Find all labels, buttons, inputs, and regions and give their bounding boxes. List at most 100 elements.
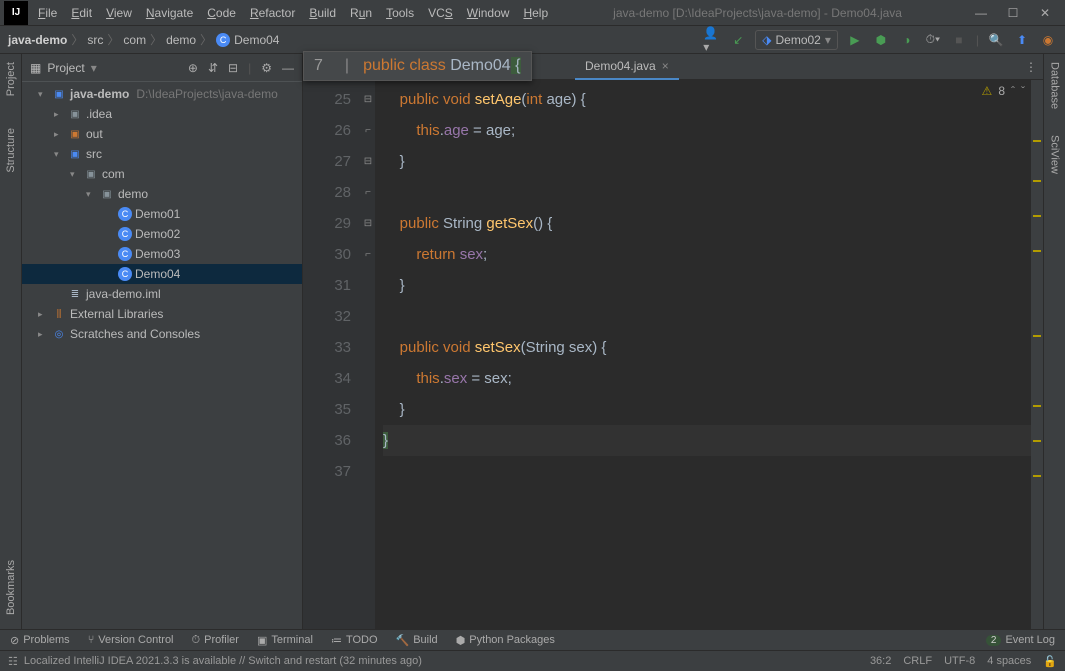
user-icon[interactable]: 👤▾ — [703, 31, 721, 49]
editor-tabs: 7 | public class Demo04 { Demo04.java × … — [303, 54, 1043, 80]
breadcrumb-com[interactable]: com — [123, 33, 146, 47]
window-title: java-demo [D:\IdeaProjects\java-demo] - … — [554, 6, 961, 20]
tree-root-path: D:\IdeaProjects\java-demo — [136, 87, 277, 101]
profiler-icon: ⏱ — [192, 634, 201, 647]
menu-view[interactable]: View — [100, 3, 138, 23]
hide-icon[interactable]: ― — [282, 61, 294, 75]
breadcrumb-demo[interactable]: demo — [166, 33, 196, 47]
breadcrumb-overlay: 7 | public class Demo04 { — [303, 51, 532, 81]
tree-class-demo02[interactable]: CDemo02 — [22, 224, 302, 244]
tree-extlib[interactable]: ▸⫼External Libraries — [22, 304, 302, 324]
app-logo: IJ — [4, 1, 28, 25]
minimize-button[interactable]: ― — [971, 6, 991, 20]
menu-file[interactable]: File — [32, 3, 63, 23]
tree-out[interactable]: ▸▣out — [22, 124, 302, 144]
tab-database[interactable]: Database — [1049, 58, 1061, 113]
file-tab[interactable]: Demo04.java × — [575, 54, 679, 80]
tab-terminal[interactable]: ▣Terminal — [257, 634, 313, 647]
navigation-bar: java-demo 〉 src 〉 com 〉 demo 〉 C Demo04 … — [0, 26, 1065, 54]
indent-setting[interactable]: 4 spaces — [987, 655, 1031, 668]
menu-build[interactable]: Build — [303, 3, 342, 23]
tree-root[interactable]: ▾▣java-demoD:\IdeaProjects\java-demo — [22, 84, 302, 104]
select-opened-file-icon[interactable]: ⊕ — [188, 61, 198, 75]
code-editor[interactable]: 25262728293031323334353637 ⊟⌐⊟⌐⊟⌐ public… — [303, 80, 1043, 629]
tree-idea[interactable]: ▸▣.idea — [22, 104, 302, 124]
tree-com[interactable]: ▾▣com — [22, 164, 302, 184]
tab-menu-icon[interactable]: ⋮ — [1025, 60, 1037, 74]
tab-project[interactable]: Project — [5, 58, 17, 100]
tree-scratches[interactable]: ▸◎Scratches and Consoles — [22, 324, 302, 344]
run-button[interactable]: ▶ — [846, 31, 864, 49]
menu-vcs[interactable]: VCS — [422, 3, 459, 23]
class-icon: C — [216, 33, 230, 47]
status-message[interactable]: Localized IntelliJ IDEA 2021.3.3 is avai… — [24, 655, 422, 667]
todo-icon: ≔ — [331, 634, 342, 647]
event-badge: 2 — [986, 635, 1002, 646]
vcs-icon: ⑂ — [88, 634, 95, 646]
menu-refactor[interactable]: Refactor — [244, 3, 301, 23]
tab-python-packages[interactable]: ⬢Python Packages — [456, 634, 555, 647]
bottom-tool-bar: ⊘Problems ⑂Version Control ⏱Profiler ▣Te… — [0, 629, 1065, 650]
tab-structure[interactable]: Structure — [5, 124, 17, 177]
tree-demo[interactable]: ▾▣demo — [22, 184, 302, 204]
tree-root-label: java-demo — [70, 87, 129, 101]
breadcrumb-project[interactable]: java-demo — [8, 33, 67, 47]
debug-button[interactable]: ⬢ — [872, 31, 890, 49]
tab-todo[interactable]: ≔TODO — [331, 634, 378, 647]
notification-icon[interactable]: ☷ — [8, 655, 18, 668]
overlay-line-num: 7 — [314, 57, 323, 75]
run-config-name: Demo02 — [775, 33, 820, 47]
error-stripe[interactable] — [1031, 80, 1043, 629]
close-button[interactable]: ✕ — [1035, 6, 1055, 20]
main-area: Project Structure Bookmarks ▦ Project ▾ … — [0, 54, 1065, 629]
vcs-update-icon[interactable]: ↙ — [729, 31, 747, 49]
main-menu: File Edit View Navigate Code Refactor Bu… — [32, 3, 554, 23]
coverage-button[interactable]: ◑ — [898, 31, 916, 49]
menu-navigate[interactable]: Navigate — [140, 3, 199, 23]
run-config-selector[interactable]: ⬗ Demo02 ▾ — [755, 30, 838, 50]
menu-run[interactable]: Run — [344, 3, 378, 23]
caret-position[interactable]: 36:2 — [870, 655, 891, 668]
menu-tools[interactable]: Tools — [380, 3, 420, 23]
tab-problems[interactable]: ⊘Problems — [10, 634, 70, 647]
project-tool-window: ▦ Project ▾ ⊕ ⇵ ⊟ | ⚙ ― ▾▣java-demoD:\Id… — [22, 54, 303, 629]
code-content[interactable]: public void setAge(int age) { this.age =… — [375, 80, 1043, 629]
settings-icon[interactable]: ⚙ — [261, 61, 272, 75]
close-tab-icon[interactable]: × — [662, 59, 669, 73]
breadcrumb-class[interactable]: Demo04 — [234, 33, 279, 47]
menu-help[interactable]: Help — [517, 3, 554, 23]
breadcrumb-src[interactable]: src — [87, 33, 103, 47]
ide-settings-icon[interactable]: ◉ — [1039, 31, 1057, 49]
project-panel-title[interactable]: Project — [47, 61, 84, 75]
project-panel-header: ▦ Project ▾ ⊕ ⇵ ⊟ | ⚙ ― — [22, 54, 302, 82]
project-view-icon: ▦ — [30, 61, 41, 75]
title-bar: IJ File Edit View Navigate Code Refactor… — [0, 0, 1065, 26]
tree-class-demo03[interactable]: CDemo03 — [22, 244, 302, 264]
menu-edit[interactable]: Edit — [65, 3, 98, 23]
tab-vcs[interactable]: ⑂Version Control — [88, 634, 174, 646]
file-encoding[interactable]: UTF-8 — [944, 655, 975, 668]
tab-profiler[interactable]: ⏱Profiler — [192, 634, 239, 647]
right-tool-strip: Database SciView — [1043, 54, 1065, 629]
tree-class-demo04[interactable]: CDemo04 — [22, 264, 302, 284]
tab-bookmarks[interactable]: Bookmarks — [5, 556, 17, 619]
tab-sciview[interactable]: SciView — [1049, 131, 1061, 178]
collapse-all-icon[interactable]: ⊟ — [228, 61, 238, 75]
tree-src[interactable]: ▾▣src — [22, 144, 302, 164]
tree-iml[interactable]: ≣java-demo.iml — [22, 284, 302, 304]
python-icon: ⬢ — [456, 634, 466, 647]
stop-button[interactable]: ■ — [950, 31, 968, 49]
tab-build[interactable]: 🔨Build — [396, 634, 438, 647]
tree-class-demo01[interactable]: CDemo01 — [22, 204, 302, 224]
search-everywhere-icon[interactable]: 🔍 — [987, 31, 1005, 49]
menu-code[interactable]: Code — [201, 3, 242, 23]
menu-window[interactable]: Window — [461, 3, 516, 23]
expand-all-icon[interactable]: ⇵ — [208, 61, 218, 75]
line-separator[interactable]: CRLF — [903, 655, 932, 668]
tab-event-log[interactable]: 2Event Log — [986, 634, 1055, 646]
readonly-icon[interactable]: 🔓 — [1043, 655, 1057, 668]
status-bar: ☷ Localized IntelliJ IDEA 2021.3.3 is av… — [0, 650, 1065, 671]
maximize-button[interactable]: ☐ — [1003, 6, 1023, 20]
profile-button[interactable]: ⏱▾ — [924, 31, 942, 49]
sync-icon[interactable]: ⬆ — [1013, 31, 1031, 49]
